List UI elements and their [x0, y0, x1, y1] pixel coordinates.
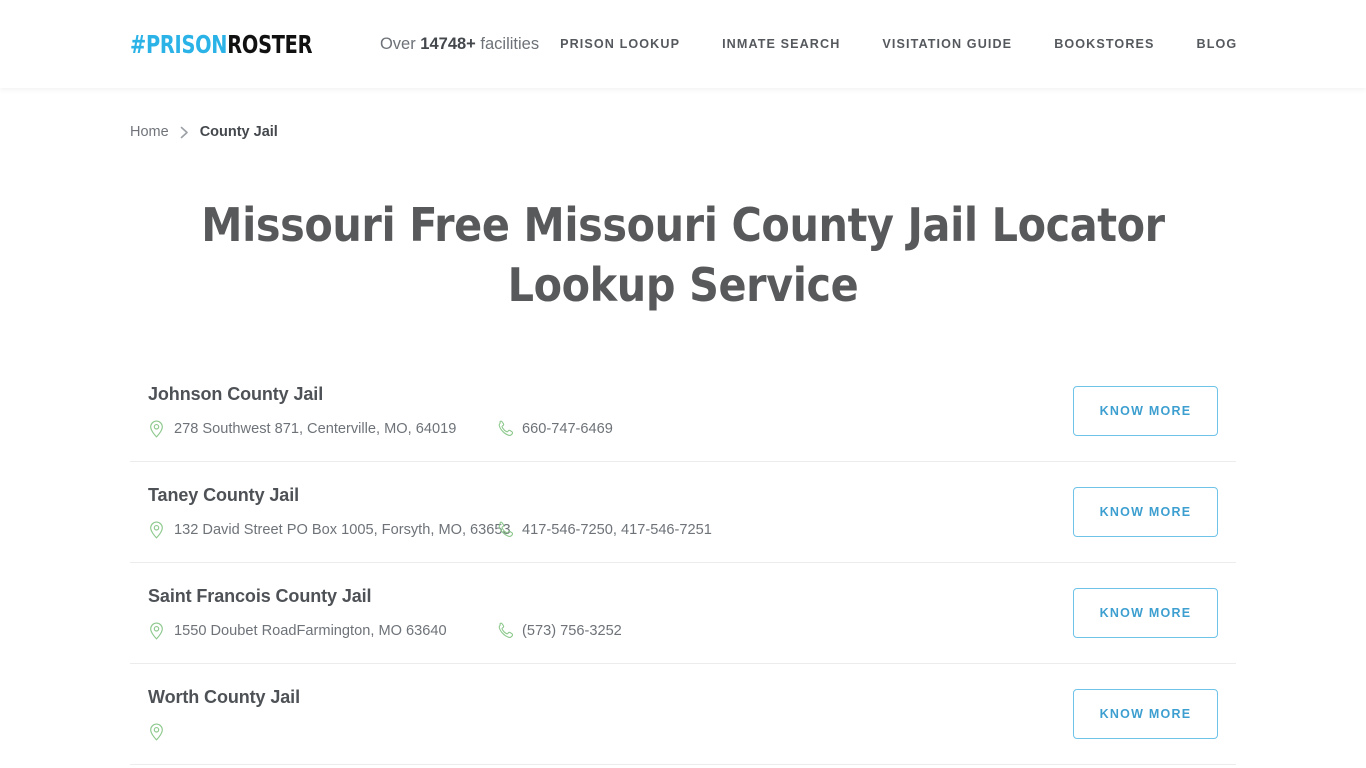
nav-inmate-search[interactable]: INMATE SEARCH	[701, 31, 861, 57]
facility-meta: 278 Southwest 871, Centerville, MO, 6401…	[148, 420, 1049, 438]
facilities-prefix: Over	[379, 34, 421, 53]
page-content: Home County Jail Missouri Free Missouri …	[130, 88, 1236, 765]
logo-roster-text: ROSTER	[227, 29, 313, 59]
facilities-suffix: facilities	[475, 34, 540, 53]
nav-visitation-guide[interactable]: VISITATION GUIDE	[861, 31, 1033, 57]
know-more-button[interactable]: KNOW MORE	[1073, 688, 1218, 739]
facility-address: 132 David Street PO Box 1005, Forsyth, M…	[148, 521, 511, 539]
facility-phone: 417-546-7250, 417-546-7251	[496, 521, 712, 539]
site-logo[interactable]: #PRISONROSTER	[130, 29, 313, 59]
facilities-count: Over 14748+ facilities	[380, 35, 539, 54]
know-more-button[interactable]: KNOW MORE	[1073, 486, 1218, 537]
map-pin-icon	[148, 420, 165, 438]
breadcrumb-home-link[interactable]: Home	[130, 124, 169, 140]
phone-icon	[496, 420, 513, 438]
facility-address-text: 1550 Doubet RoadFarmington, MO 63640	[174, 622, 447, 639]
map-pin-icon	[148, 723, 165, 741]
facility-name: Saint Francois County Jail	[148, 585, 372, 606]
facility-name: Worth County Jail	[148, 686, 300, 707]
table-row[interactable]: Worth County Jail KNOW MORE	[130, 664, 1236, 765]
breadcrumb: Home County Jail	[130, 88, 1236, 140]
page-title: Missouri Free Missouri County Jail Locat…	[201, 198, 1165, 312]
main-navigation: PRISON LOOKUP INMATE SEARCH VISITATION G…	[539, 31, 1237, 57]
map-pin-icon	[148, 521, 165, 539]
phone-icon	[496, 622, 513, 640]
table-row[interactable]: Taney County Jail 132 David Street PO Bo…	[130, 462, 1236, 563]
map-pin-icon	[148, 622, 165, 640]
know-more-button[interactable]: KNOW MORE	[1073, 587, 1218, 638]
facility-address-text: 132 David Street PO Box 1005, Forsyth, M…	[174, 521, 511, 538]
phone-icon	[496, 521, 513, 539]
facility-name: Johnson County Jail	[148, 383, 324, 404]
facility-address: 278 Southwest 871, Centerville, MO, 6401…	[148, 420, 496, 438]
facility-info: Saint Francois County Jail 1550 Doubet R…	[148, 586, 1049, 640]
facility-info: Johnson County Jail 278 Southwest 871, C…	[148, 384, 1049, 438]
facilities-number: 14748+	[420, 34, 476, 53]
nav-bookstores[interactable]: BOOKSTORES	[1033, 31, 1175, 57]
facility-info: Worth County Jail	[148, 687, 1049, 741]
table-row[interactable]: Saint Francois County Jail 1550 Doubet R…	[130, 563, 1236, 664]
facility-info: Taney County Jail 132 David Street PO Bo…	[148, 485, 1049, 539]
facility-meta: 1550 Doubet RoadFarmington, MO 63640 (57…	[148, 622, 1049, 640]
breadcrumb-current: County Jail	[199, 124, 278, 140]
facility-meta: 132 David Street PO Box 1005, Forsyth, M…	[148, 521, 1049, 539]
site-header: #PRISONROSTER Over 14748+ facilities PRI…	[0, 0, 1366, 88]
facility-name: Taney County Jail	[148, 484, 300, 505]
nav-blog[interactable]: BLOG	[1176, 31, 1238, 57]
facility-phone-text: (573) 756-3252	[522, 622, 622, 639]
facility-phone: (573) 756-3252	[496, 622, 622, 640]
know-more-button[interactable]: KNOW MORE	[1073, 385, 1218, 436]
facility-phone-text: 660-747-6469	[522, 420, 613, 437]
facility-address	[148, 723, 496, 741]
nav-prison-lookup[interactable]: PRISON LOOKUP	[539, 31, 701, 57]
facility-list: Johnson County Jail 278 Southwest 871, C…	[130, 361, 1236, 765]
facility-meta	[148, 723, 1049, 741]
header-inner: #PRISONROSTER Over 14748+ facilities PRI…	[130, 0, 1236, 88]
facility-address-text: 278 Southwest 871, Centerville, MO, 6401…	[174, 420, 457, 437]
facility-phone: 660-747-6469	[496, 420, 613, 438]
logo-prison-text: PRISON	[145, 29, 228, 59]
facility-address: 1550 Doubet RoadFarmington, MO 63640	[148, 622, 496, 640]
table-row[interactable]: Johnson County Jail 278 Southwest 871, C…	[130, 361, 1236, 462]
chevron-right-icon	[180, 126, 189, 139]
facility-phone-text: 417-546-7250, 417-546-7251	[522, 521, 712, 538]
logo-hash: #	[130, 29, 146, 59]
